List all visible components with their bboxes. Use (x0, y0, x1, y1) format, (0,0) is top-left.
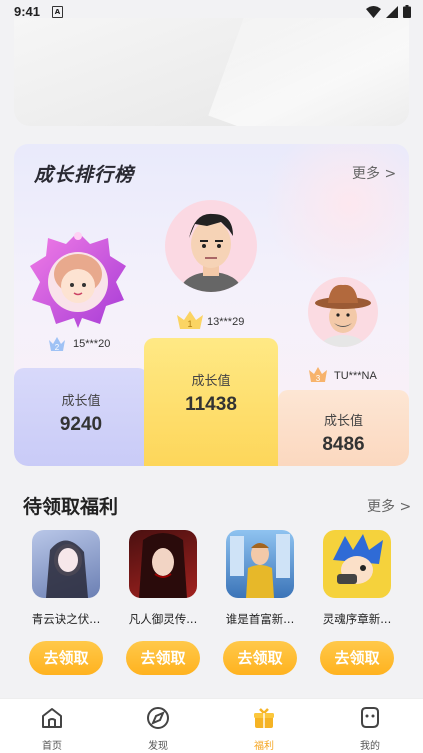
game-name: 青云诀之伏... (31, 612, 101, 626)
game-cover-icon (32, 530, 100, 598)
welfare-more-link[interactable]: 更多 > (367, 496, 411, 516)
gift-icon (254, 708, 274, 728)
first-place-username: 13***29 (207, 316, 245, 328)
first-place-podium: 成长值 11438 (144, 338, 278, 466)
tab-welfare[interactable]: 福利 (234, 705, 294, 752)
game-cover-icon (226, 530, 294, 598)
game-cover-icon (323, 530, 391, 598)
third-growth-value: 8486 (322, 434, 365, 455)
game-item[interactable]: 凡人御灵传... 去领取 (117, 530, 209, 675)
first-place-avatar[interactable] (165, 200, 257, 292)
discover-icon (147, 707, 169, 729)
third-place-podium: 成长值 8486 (278, 390, 409, 466)
game-item[interactable]: 青云诀之伏... 去领取 (20, 530, 112, 675)
second-place-podium: 成长值 9240 (14, 368, 148, 466)
game-cover-icon (129, 530, 197, 598)
tab-label: 我的 (360, 741, 380, 752)
svg-text:1: 1 (187, 319, 192, 329)
bottom-tab-bar: 首页 发现 福利 我的 (0, 698, 423, 753)
game-name: 灵魂序章新... (322, 612, 392, 626)
svg-text:3: 3 (316, 374, 321, 383)
status-icons (366, 5, 411, 18)
svg-text:2: 2 (55, 343, 60, 352)
second-place-username: 15***20 (73, 338, 111, 350)
tab-home[interactable]: 首页 (22, 705, 82, 752)
profile-icon (361, 707, 379, 728)
welfare-title: 待领取福利 (23, 496, 119, 518)
claim-button[interactable]: 去领取 (29, 641, 103, 675)
third-growth-label: 成长值 (323, 414, 363, 429)
claim-button[interactable]: 去领取 (126, 641, 200, 675)
home-icon (42, 708, 62, 728)
bronze-crown-icon: 3 (309, 367, 327, 383)
first-growth-value: 11438 (185, 394, 237, 415)
game-name: 谁是首富新... (225, 612, 295, 626)
tab-label: 发现 (148, 741, 168, 752)
claim-button[interactable]: 去领取 (320, 641, 394, 675)
first-avatar-illustration (181, 213, 241, 292)
game-item[interactable]: 谁是首富新... 去领取 (214, 530, 306, 675)
notification-icon: A (52, 6, 63, 18)
growth-ranking-card: 成长排行榜 更多 > 2 15***20 1 13***29 3 TU***NA… (14, 144, 409, 466)
status-time: 9:41 (14, 4, 41, 19)
first-growth-label: 成长值 (191, 374, 231, 389)
tab-discover[interactable]: 发现 (128, 705, 188, 752)
tab-label: 福利 (254, 741, 274, 752)
game-item[interactable]: 灵魂序章新... 去领取 (311, 530, 403, 675)
purple-frame-icon (30, 232, 126, 328)
tab-profile[interactable]: 我的 (340, 705, 400, 752)
cowboy-avatar-illustration (315, 284, 371, 347)
silver-crown-icon: 2 (49, 337, 65, 352)
ranking-more-link[interactable]: 更多 > (352, 163, 396, 183)
third-place-username: TU***NA (334, 370, 377, 382)
game-name: 凡人御灵传... (128, 612, 198, 626)
second-growth-value: 9240 (59, 414, 103, 435)
second-place-avatar[interactable] (28, 230, 128, 330)
promo-banner[interactable] (14, 18, 409, 126)
claim-button[interactable]: 去领取 (223, 641, 297, 675)
tab-label: 首页 (42, 741, 62, 752)
wifi-icon (366, 5, 381, 18)
battery-icon (403, 5, 411, 18)
second-growth-label: 成长值 (61, 394, 101, 409)
gold-crown-icon: 1 (177, 311, 203, 329)
third-place-avatar[interactable] (308, 277, 378, 347)
signal-icon (386, 5, 398, 18)
ranking-title: 成长排行榜 (34, 164, 135, 186)
